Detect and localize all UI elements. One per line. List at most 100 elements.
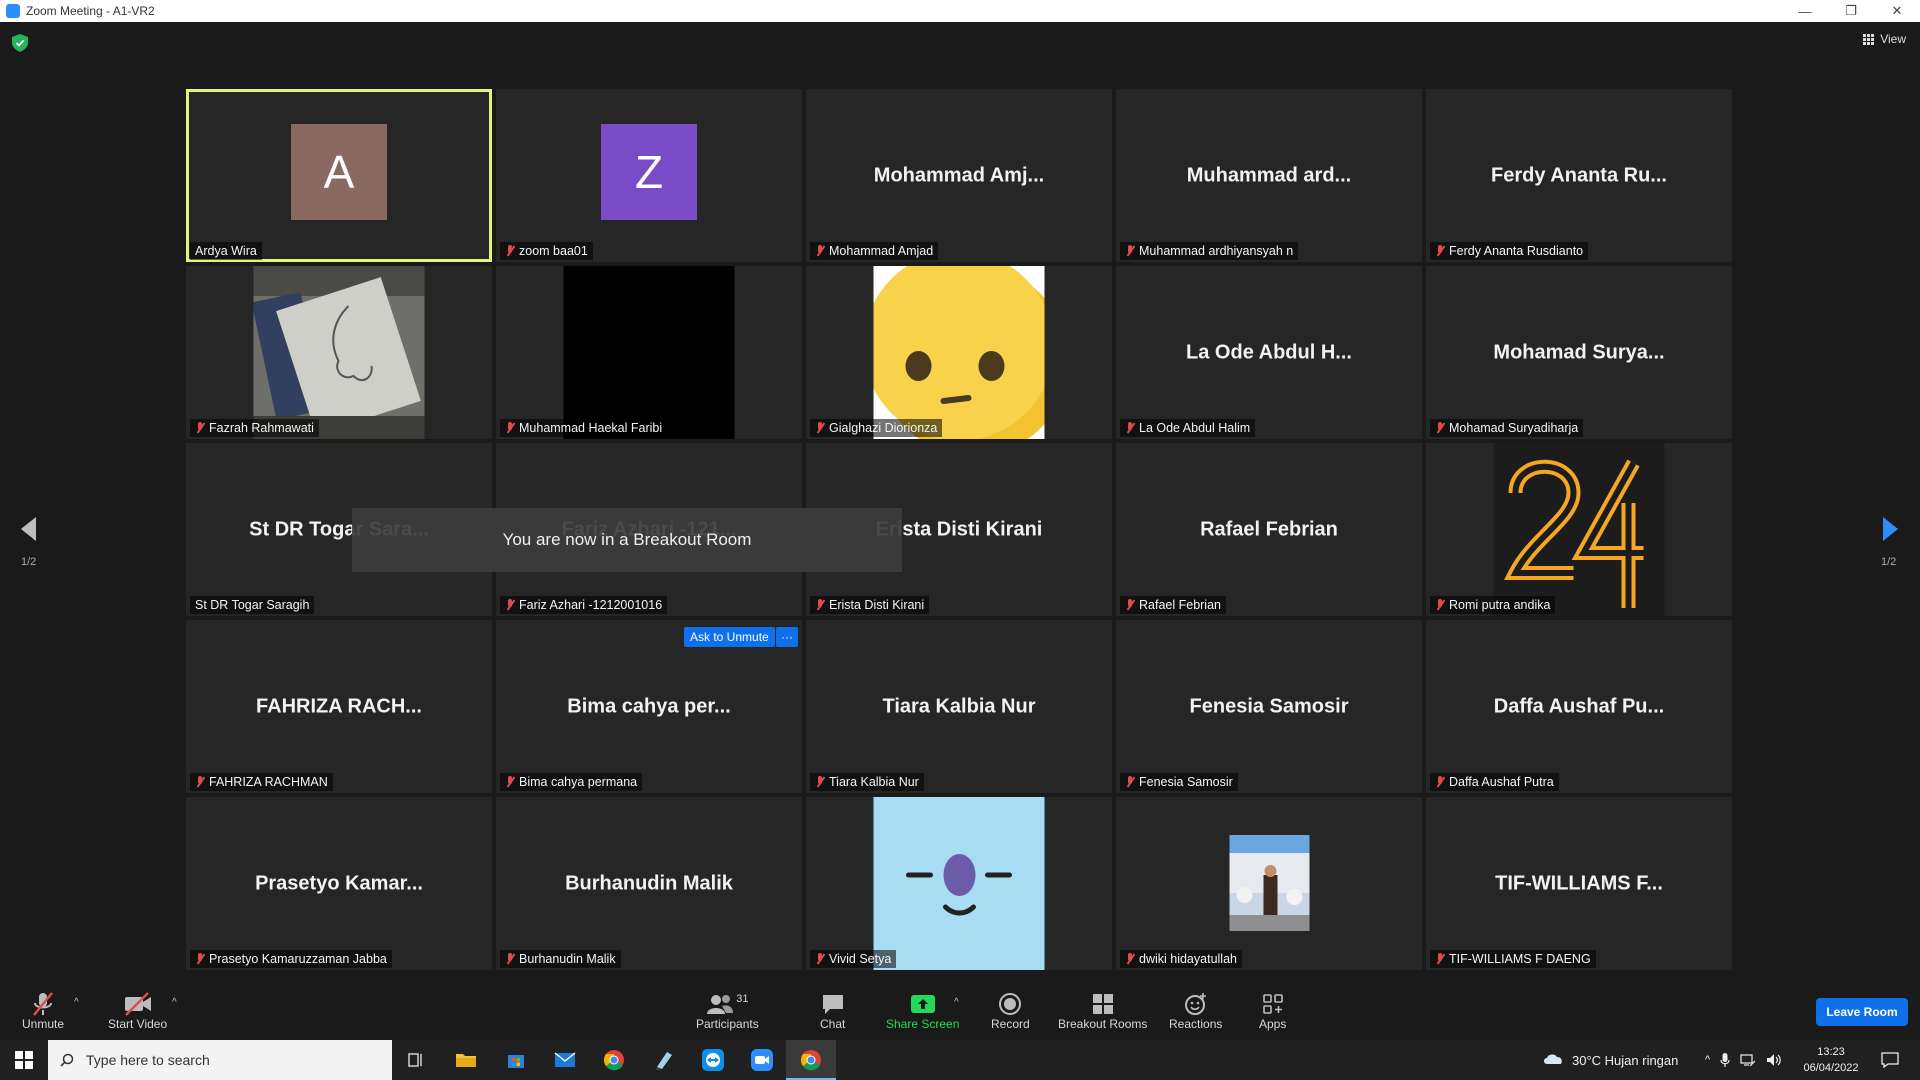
participant-nameplate: Bima cahya permana bbox=[500, 773, 643, 791]
muted-mic-icon bbox=[815, 245, 825, 257]
participant-nameplate: Ferdy Ananta Rusdianto bbox=[1430, 242, 1589, 260]
participant-tile[interactable]: Burhanudin Malik Burhanudin Malik bbox=[496, 797, 802, 970]
participant-nameplate: dwiki hidayatullah bbox=[1120, 950, 1242, 968]
muted-mic-icon bbox=[505, 599, 515, 611]
participant-name: Burhanudin Malik bbox=[519, 952, 616, 966]
audio-options-caret-icon[interactable]: ^ bbox=[74, 997, 79, 1008]
participant-tile[interactable]: FAHRIZA RACH... FAHRIZA RACHMAN bbox=[186, 620, 492, 793]
minimize-button[interactable]: — bbox=[1782, 0, 1828, 22]
participant-tile[interactable]: Muhammad Haekal Faribi bbox=[496, 266, 802, 439]
black-video-frame bbox=[563, 266, 735, 439]
participant-tile[interactable]: dwiki hidayatullah bbox=[1116, 797, 1422, 970]
participant-display-name: Prasetyo Kamar... bbox=[255, 872, 423, 894]
participant-nameplate: La Ode Abdul Halim bbox=[1120, 419, 1256, 437]
participant-tile[interactable]: A Ardya Wira bbox=[186, 89, 492, 262]
mail-icon[interactable] bbox=[551, 1046, 579, 1074]
participant-nameplate: Prasetyo Kamaruzzaman Jabba bbox=[190, 950, 392, 968]
participant-tile[interactable]: Mohammad Amj... Mohammad Amjad bbox=[806, 89, 1112, 262]
participant-name: Fariz Azhari -1212001016 bbox=[519, 598, 663, 612]
participant-tile[interactable]: La Ode Abdul H... La Ode Abdul Halim bbox=[1116, 266, 1422, 439]
notes-app-icon[interactable] bbox=[650, 1046, 678, 1074]
taskbar-clock[interactable]: 13:23 06/04/2022 bbox=[1786, 1044, 1876, 1076]
participant-nameplate: TIF-WILLIAMS F DAENG bbox=[1430, 950, 1596, 968]
microphone-muted-icon bbox=[33, 992, 53, 1016]
next-page-arrow-icon[interactable] bbox=[1881, 515, 1901, 543]
muted-mic-icon bbox=[195, 422, 205, 434]
close-button[interactable]: ✕ bbox=[1874, 0, 1920, 22]
leave-room-button[interactable]: Leave Room bbox=[1816, 998, 1908, 1026]
ask-to-unmute-button[interactable]: Ask to Unmute bbox=[684, 627, 775, 647]
microphone-tray-icon[interactable] bbox=[1720, 1052, 1730, 1068]
reactions-button[interactable]: Reactions bbox=[1169, 991, 1222, 1031]
volume-icon[interactable] bbox=[1766, 1053, 1782, 1067]
chrome-icon[interactable] bbox=[600, 1046, 628, 1074]
more-options-button[interactable]: ··· bbox=[776, 627, 798, 647]
participant-name: Bima cahya permana bbox=[519, 775, 638, 789]
participant-tile[interactable]: Romi putra andika bbox=[1426, 443, 1732, 616]
participant-name: zoom baa01 bbox=[519, 244, 588, 258]
muted-mic-icon bbox=[505, 776, 515, 788]
wedding-photo bbox=[1183, 797, 1355, 970]
meeting-top-strip: View bbox=[0, 22, 1920, 66]
chat-button[interactable]: Chat bbox=[820, 991, 845, 1031]
zoom-app-icon bbox=[6, 4, 20, 18]
participant-name: Mohammad Amjad bbox=[829, 244, 934, 258]
participant-name: Gialghazi Diorionza bbox=[829, 421, 938, 435]
participant-avatar: Z bbox=[601, 123, 697, 220]
unmute-button[interactable]: Unmute bbox=[22, 991, 64, 1031]
network-icon[interactable] bbox=[1740, 1053, 1756, 1067]
windows-taskbar: Type here to search 30°C Hujan ringan ^ bbox=[0, 1040, 1920, 1080]
breakout-rooms-button[interactable]: Breakout Rooms bbox=[1058, 991, 1147, 1031]
participant-nameplate: Fariz Azhari -1212001016 bbox=[500, 596, 668, 614]
participant-name: Prasetyo Kamaruzzaman Jabba bbox=[209, 952, 387, 966]
apps-button[interactable]: Apps bbox=[1259, 991, 1286, 1031]
participant-tile[interactable]: Muhammad ard... Muhammad ardhiyansyah n bbox=[1116, 89, 1422, 262]
muted-mic-icon bbox=[195, 953, 205, 965]
participant-name: La Ode Abdul Halim bbox=[1139, 421, 1251, 435]
restore-button[interactable]: ❐ bbox=[1828, 0, 1874, 22]
task-view-icon[interactable] bbox=[402, 1046, 430, 1074]
weather-widget[interactable]: 30°C Hujan ringan bbox=[1542, 1040, 1678, 1080]
microsoft-store-icon[interactable] bbox=[502, 1046, 530, 1074]
participant-display-name: Tiara Kalbia Nur bbox=[882, 695, 1036, 717]
participants-icon bbox=[707, 995, 734, 1014]
windows-start-button[interactable] bbox=[0, 1040, 48, 1080]
participant-tile[interactable]: Tiara Kalbia Nur Tiara Kalbia Nur bbox=[806, 620, 1112, 793]
share-screen-button[interactable]: Share Screen bbox=[886, 991, 959, 1031]
participant-tile[interactable]: Vivid Setya bbox=[806, 797, 1112, 970]
participant-tile[interactable]: Fenesia Samosir Fenesia Samosir bbox=[1116, 620, 1422, 793]
participant-nameplate: St DR Togar Saragih bbox=[190, 596, 315, 614]
participant-tile[interactable]: Fazrah Rahmawati bbox=[186, 266, 492, 439]
participant-tile[interactable]: Zzoom baa01 bbox=[496, 89, 802, 262]
participant-tile[interactable]: Mohamad Surya... Mohamad Suryadiharja bbox=[1426, 266, 1732, 439]
view-button[interactable]: View bbox=[1863, 32, 1906, 46]
chrome-profile-icon[interactable] bbox=[797, 1046, 825, 1074]
window-titlebar: Zoom Meeting - A1-VR2 — ❐ ✕ bbox=[0, 0, 1920, 22]
zoom-taskbar-icon[interactable] bbox=[748, 1046, 776, 1074]
participant-name: dwiki hidayatullah bbox=[1139, 952, 1237, 966]
participant-tile[interactable]: Ferdy Ananta Ru... Ferdy Ananta Rusdianto bbox=[1426, 89, 1732, 262]
video-options-caret-icon[interactable]: ^ bbox=[172, 997, 177, 1008]
participant-name: Muhammad ardhiyansyah n bbox=[1139, 244, 1294, 258]
participant-display-name: Mohammad Amj... bbox=[873, 164, 1045, 186]
notifications-icon[interactable] bbox=[1881, 1052, 1899, 1068]
previous-page-arrow-icon[interactable] bbox=[18, 515, 38, 543]
tray-chevron-icon[interactable]: ^ bbox=[1705, 1054, 1710, 1066]
record-button[interactable]: Record bbox=[991, 991, 1030, 1031]
reactions-label: Reactions bbox=[1169, 1017, 1223, 1031]
teamviewer-icon[interactable] bbox=[699, 1046, 727, 1074]
breakout-room-toast: You are now in a Breakout Room bbox=[352, 508, 902, 572]
participant-tile[interactable]: TIF-WILLIAMS F... TIF-WILLIAMS F DAENG bbox=[1426, 797, 1732, 970]
share-options-caret-icon[interactable]: ^ bbox=[954, 997, 959, 1008]
start-video-button[interactable]: Start Video bbox=[108, 991, 167, 1031]
participant-tile[interactable]: Prasetyo Kamar... Prasetyo Kamaruzzaman J… bbox=[186, 797, 492, 970]
participant-tile[interactable]: Daffa Aushaf Pu... Daffa Aushaf Putra bbox=[1426, 620, 1732, 793]
file-explorer-icon[interactable] bbox=[452, 1046, 480, 1074]
participant-tile[interactable]: Gialghazi Diorionza bbox=[806, 266, 1112, 439]
taskbar-search-box[interactable]: Type here to search bbox=[48, 1040, 392, 1080]
page-indicator-left: 1/2 bbox=[21, 556, 37, 568]
security-shield-icon[interactable] bbox=[12, 34, 28, 52]
muted-mic-icon bbox=[1435, 422, 1445, 434]
participant-tile[interactable]: Rafael Febrian Rafael Febrian bbox=[1116, 443, 1422, 616]
participants-button[interactable]: 31 Participants bbox=[696, 991, 759, 1031]
